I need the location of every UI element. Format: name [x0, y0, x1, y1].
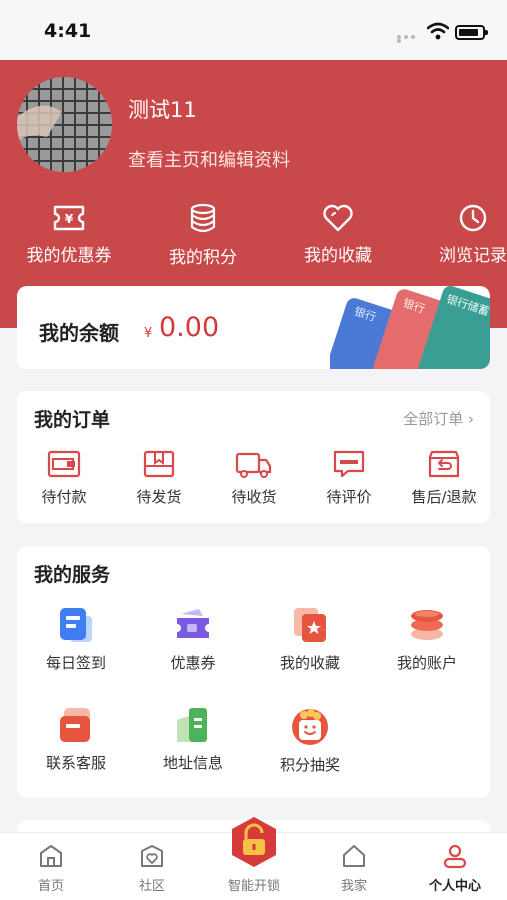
status-bar: 4:41	[0, 0, 507, 60]
wallet-icon	[47, 450, 81, 478]
service-label: 优惠券	[170, 654, 216, 672]
community-icon	[141, 845, 163, 867]
quick-link-favorites[interactable]: 我的收藏	[273, 203, 403, 266]
signal-dots-icon	[397, 35, 423, 43]
service-points-lottery[interactable]: 积分抽奖	[255, 706, 365, 775]
tab-profile[interactable]: 个人中心	[415, 843, 495, 894]
service-label: 每日签到	[45, 654, 106, 672]
chevron-right-icon: ›	[468, 410, 474, 428]
balance-currency: ¥	[144, 326, 153, 341]
service-label: 我的账户	[396, 654, 457, 672]
tab-smart-unlock[interactable]: 智能开锁	[214, 815, 294, 894]
quick-link-coupons[interactable]: ¥ 我的优惠券	[4, 203, 134, 266]
home-icon	[40, 845, 62, 867]
truck-icon	[235, 452, 272, 478]
quick-link-label: 我的积分	[169, 248, 237, 268]
comment-icon	[333, 450, 365, 478]
points-lottery-icon	[292, 709, 328, 745]
svg-text:¥: ¥	[65, 212, 74, 226]
service-address[interactable]: 地址信息	[138, 706, 248, 773]
avatar[interactable]	[17, 77, 112, 172]
service-customer-service[interactable]: 联系客服	[21, 706, 131, 773]
battery-icon	[455, 25, 488, 40]
favorites-star-icon	[294, 608, 326, 642]
address-building-icon	[177, 708, 207, 742]
refund-box-icon	[428, 450, 460, 478]
order-pending-review[interactable]: 待评价	[304, 449, 394, 507]
quick-link-label: 浏览记录	[439, 246, 507, 266]
quick-link-history[interactable]: 浏览记录	[408, 203, 507, 266]
services-title: 我的服务	[34, 564, 111, 586]
quick-link-points[interactable]: 我的积分	[138, 203, 268, 268]
service-label: 地址信息	[162, 754, 223, 772]
tab-label: 首页	[37, 879, 64, 894]
checkin-icon	[60, 608, 92, 642]
tab-home[interactable]: 首页	[11, 843, 91, 894]
tab-label: 社区	[138, 879, 165, 894]
service-daily-checkin[interactable]: 每日签到	[21, 606, 131, 673]
package-icon	[143, 450, 175, 478]
quick-link-label: 我的优惠券	[26, 246, 112, 266]
service-account[interactable]: 我的账户	[372, 606, 482, 673]
quick-link-label: 我的收藏	[304, 246, 372, 266]
account-coins-icon	[411, 610, 443, 640]
username[interactable]: 测试11	[128, 94, 197, 124]
order-label: 待发货	[136, 488, 182, 506]
clock-icon	[459, 204, 487, 232]
orders-title: 我的订单	[34, 409, 111, 431]
balance-amount: 0.00	[159, 312, 220, 343]
order-after-sales[interactable]: 售后/退款	[399, 449, 489, 507]
wifi-icon	[427, 22, 449, 40]
profile-icon	[443, 844, 467, 869]
service-label: 积分抽奖	[279, 756, 340, 774]
tab-label: 个人中心	[428, 879, 481, 894]
services-card: 我的服务 每日签到 优惠券 我的收藏 我的账户 联系客服 地址信息 积分抽奖	[17, 546, 490, 798]
tab-label: 我家	[340, 879, 367, 894]
service-coupons[interactable]: 优惠券	[138, 606, 248, 673]
tab-my-home[interactable]: 我家	[314, 843, 394, 894]
all-orders-label: 全部订单	[403, 410, 464, 428]
edit-profile-link[interactable]: 查看主页和编辑资料	[128, 146, 290, 172]
order-label: 售后/退款	[411, 488, 477, 506]
customer-service-icon	[60, 708, 90, 742]
status-time: 4:41	[44, 20, 92, 42]
coupon-icon	[177, 609, 209, 638]
orders-card: 我的订单 全部订单 › 待付款 待发货 待收货 待评价 售后/退款	[17, 391, 490, 523]
coins-stack-icon	[190, 203, 216, 233]
smart-unlock-icon	[232, 817, 276, 867]
order-pending-receipt[interactable]: 待收货	[209, 449, 299, 507]
my-home-icon	[343, 845, 365, 867]
order-label: 待付款	[41, 488, 87, 506]
order-pending-payment[interactable]: 待付款	[19, 449, 109, 507]
all-orders-link[interactable]: 全部订单 ›	[403, 408, 474, 429]
bank-cards-illustration: 银行 银行 银行储蓄卡	[330, 286, 490, 369]
balance-card[interactable]: 我的余额 ¥ 0.00 银行 银行 银行储蓄卡	[17, 286, 490, 369]
service-label: 我的收藏	[279, 654, 340, 672]
heart-icon	[323, 204, 353, 232]
service-label: 联系客服	[45, 754, 106, 772]
order-label: 待收货	[231, 488, 277, 506]
tab-label: 智能开锁	[227, 879, 280, 894]
service-favorites[interactable]: 我的收藏	[255, 606, 365, 673]
order-pending-shipment[interactable]: 待发货	[114, 449, 204, 507]
tab-community[interactable]: 社区	[112, 843, 192, 894]
coupon-ticket-icon: ¥	[53, 205, 85, 231]
balance-title: 我的余额	[39, 321, 119, 345]
order-label: 待评价	[326, 488, 372, 506]
